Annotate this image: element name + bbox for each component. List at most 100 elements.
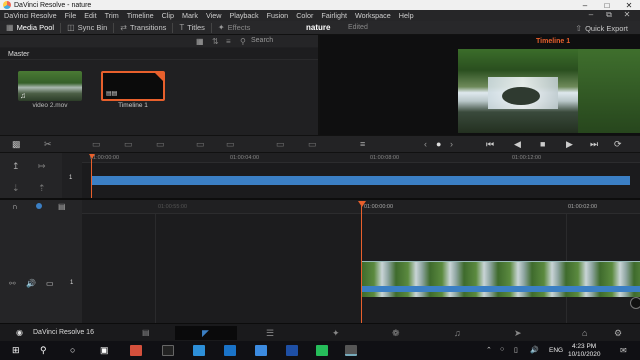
play-icon[interactable]: ▶ [566, 139, 573, 150]
menu-file[interactable]: File [61, 11, 81, 20]
next-marker-icon[interactable]: › [450, 139, 453, 149]
flag-icon[interactable]: ▤ [58, 202, 66, 211]
notifications-icon[interactable]: ✉ [620, 346, 627, 355]
tray-arrow-icon[interactable]: ⌃ [486, 346, 492, 354]
color-page-icon[interactable]: ❁ [392, 328, 400, 339]
settings-icon[interactable]: ≡ [360, 139, 365, 149]
restore-icon[interactable]: ⧉ [600, 10, 618, 20]
edit-page-icon[interactable]: ☰ [266, 328, 274, 339]
volume-icon[interactable]: 🔊 [530, 346, 539, 354]
sync-bin-button[interactable]: ◫ Sync Bin [61, 21, 113, 35]
replace-icon[interactable]: ▭ [156, 139, 165, 150]
media-pool-button[interactable]: ▦ Media Pool [0, 21, 60, 35]
linked-selection-icon[interactable] [36, 203, 42, 209]
sync-bin-icon: ◫ [67, 23, 75, 32]
windows-start-icon[interactable]: ⊞ [12, 345, 20, 356]
menu-davinci[interactable]: DaVinci Resolve [0, 11, 61, 20]
clip-timeline-1[interactable]: ▤▤ Timeline 1 [101, 71, 165, 109]
menu-fusion[interactable]: Fusion [263, 11, 293, 20]
marker-dot-icon[interactable]: ● [436, 139, 441, 149]
filter-icon[interactable]: ≡ [226, 37, 231, 46]
app-icon-2[interactable] [162, 345, 174, 356]
menu-color[interactable]: Color [292, 11, 317, 20]
home-icon[interactable]: ⌂ [582, 328, 587, 338]
ripple-icon[interactable]: ▭ [276, 139, 285, 150]
viewer-frame[interactable] [458, 49, 640, 133]
place-on-top-icon[interactable]: ▭ [226, 139, 235, 150]
append-icon[interactable]: ▭ [308, 139, 317, 150]
deliver-page-icon[interactable]: ➤ [514, 328, 522, 339]
menu-playback[interactable]: Playback [225, 11, 262, 20]
network-icon[interactable]: ○ [500, 346, 504, 353]
razor-icon[interactable]: ✂ [44, 139, 52, 150]
link-icon[interactable]: ⇡ [38, 183, 46, 194]
search-icon[interactable]: ⚲ [40, 345, 47, 356]
close-icon[interactable]: ✕ [618, 0, 640, 10]
search-label[interactable]: Search [251, 37, 273, 44]
search-icon[interactable]: ⚲ [240, 37, 246, 46]
store-icon[interactable] [193, 345, 205, 356]
video-clip[interactable] [362, 261, 640, 297]
app-icon-1[interactable] [130, 345, 142, 356]
davinci-taskbar-icon[interactable] [345, 345, 357, 356]
gear-icon[interactable]: ⚙ [614, 328, 622, 339]
transitions-button[interactable]: ⇄ Transitions [114, 21, 172, 35]
list-view-icon[interactable]: ▦ [196, 37, 204, 46]
mail-icon[interactable] [224, 345, 236, 356]
upper-playhead[interactable] [89, 154, 95, 159]
lock-icon[interactable]: ⚯ [9, 279, 16, 288]
menu-timeline[interactable]: Timeline [123, 11, 158, 20]
cut-page-icon[interactable]: ◤ [202, 328, 209, 339]
snap-icon[interactable]: ⇣ [12, 183, 20, 194]
close-icon[interactable]: ✕ [618, 10, 636, 20]
edge-icon[interactable] [255, 345, 267, 356]
quick-export-button[interactable]: ⇧ Quick Export [569, 21, 634, 35]
menu-edit[interactable]: Edit [80, 11, 100, 20]
menu-workspace[interactable]: Workspace [351, 11, 395, 20]
go-to-end-icon[interactable]: ⏭ [590, 139, 598, 150]
maximize-icon[interactable]: □ [596, 0, 618, 10]
track-height-icon[interactable]: ↥ [12, 161, 20, 172]
scroll-handle[interactable] [630, 297, 640, 309]
layout-icon[interactable]: ▩ [12, 139, 21, 150]
bin-master[interactable]: Master [8, 51, 29, 58]
fusion-page-icon[interactable]: ✦ [332, 328, 340, 339]
video-enable-icon[interactable]: ▭ [46, 279, 54, 288]
reverse-play-icon[interactable]: ◀ [514, 139, 521, 150]
audio-icon[interactable]: 🔊 [26, 279, 36, 288]
minimize-icon[interactable]: – [582, 10, 600, 20]
lower-playhead[interactable] [358, 201, 366, 207]
battery-icon[interactable]: ▯ [514, 346, 518, 354]
sort-icon[interactable]: ⇅ [212, 37, 219, 46]
clip-video-2[interactable]: ♫ video 2.mov [18, 71, 82, 109]
fairlight-page-icon[interactable]: ♫ [454, 328, 461, 338]
loop-icon[interactable]: ⟳ [614, 139, 622, 150]
menu-clip[interactable]: Clip [158, 11, 178, 20]
snapping-icon[interactable]: ∩ [12, 202, 18, 211]
app-icon-green[interactable] [316, 345, 328, 356]
upper-ruler[interactable]: 01:00:00:00 01:00:04:00 01:00:08:00 01:0… [82, 153, 640, 163]
menu-mark[interactable]: Mark [178, 11, 202, 20]
task-view-icon[interactable]: ○ [70, 345, 75, 355]
stop-icon[interactable]: ■ [540, 139, 545, 149]
go-to-start-icon[interactable]: ⏮ [486, 139, 494, 150]
bluetooth-icon[interactable] [286, 345, 298, 356]
upper-timeline-clip[interactable] [91, 176, 630, 185]
effects-button[interactable]: ✦ Effects [212, 21, 257, 35]
insert-icon[interactable]: ▭ [92, 139, 101, 150]
menu-fairlight[interactable]: Fairlight [317, 11, 351, 20]
zoom-icon[interactable]: ↦ [38, 161, 46, 172]
media-page-icon[interactable]: ▤ [142, 328, 150, 337]
titles-button[interactable]: T Titles [173, 21, 211, 35]
clock-time[interactable]: 4:23 PM [572, 343, 596, 350]
menu-trim[interactable]: Trim [101, 11, 123, 20]
menu-help[interactable]: Help [395, 11, 418, 20]
minimize-icon[interactable]: – [574, 0, 596, 10]
language-indicator[interactable]: ENG [549, 347, 563, 354]
prev-marker-icon[interactable]: ‹ [424, 139, 427, 149]
overwrite-icon[interactable]: ▭ [124, 139, 133, 150]
clock-date[interactable]: 10/10/2020 [568, 351, 601, 358]
fit-fill-icon[interactable]: ▭ [196, 139, 205, 150]
task-switch-icon[interactable]: ▣ [100, 345, 109, 356]
menu-view[interactable]: View [202, 11, 225, 20]
